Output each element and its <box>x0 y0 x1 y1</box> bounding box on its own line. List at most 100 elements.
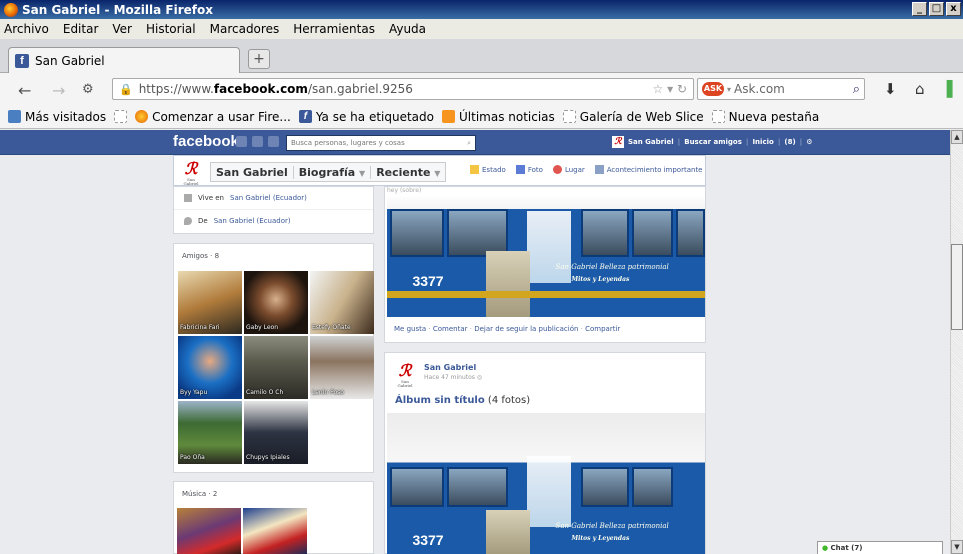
scroll-down-arrow-icon[interactable]: ▼ <box>951 540 963 554</box>
post-author-name[interactable]: San Gabriel <box>424 363 476 372</box>
album-photo[interactable]: 3377 San Gabriel Belleza patrimonial Mit… <box>387 413 705 554</box>
unfollow-link[interactable]: Dejar de seguir la publicación <box>474 325 578 333</box>
scroll-up-arrow-icon[interactable]: ▲ <box>951 130 963 144</box>
location-pin-icon <box>184 216 192 225</box>
counter-badge[interactable]: (8) <box>784 138 795 146</box>
page-avatar[interactable]: ℛ San Gabriel <box>180 159 202 186</box>
estado-action[interactable]: Estado <box>470 165 506 174</box>
profile-name-link[interactable]: San Gabriel <box>628 138 674 146</box>
friend-tile[interactable]: Estefy Oñate <box>310 271 374 334</box>
facebook-icon: f <box>298 110 312 123</box>
identity-icon[interactable]: ⚙ <box>82 82 94 97</box>
about-card: Vive en San Gabriel (Ecuador) De San Gabri… <box>173 186 374 234</box>
blank-page-icon <box>711 110 725 123</box>
foto-action[interactable]: Foto <box>515 165 543 174</box>
menu-archivo[interactable]: Archivo <box>4 22 49 36</box>
status-icon <box>470 165 479 174</box>
url-prefix: https://www. <box>138 82 214 96</box>
fb-search-input[interactable]: Busca personas, lugares y cosas ⌕ <box>286 135 476 151</box>
search-bar[interactable]: ASK ▾ Ask.com ⌕ <box>697 78 865 100</box>
menu-herramientas[interactable]: Herramientas <box>293 22 375 36</box>
url-path: /san.gabriel.9256 <box>307 82 413 96</box>
comment-link[interactable]: Comentar <box>433 325 468 333</box>
friend-tile[interactable]: Fabricina Fari <box>178 271 242 334</box>
back-arrow-icon[interactable]: ← <box>18 81 31 100</box>
friend-tile[interactable]: Camilo O Ch <box>244 336 308 399</box>
music-tile[interactable] <box>177 508 241 554</box>
url-domain: facebook.com <box>213 82 308 96</box>
navigation-bar: ← → ⚙ 🔒 https://www. facebook.com/san.gab… <box>0 73 963 105</box>
timeline-reciente[interactable]: Reciente ▼ <box>371 166 445 179</box>
bookmark-web-slice[interactable]: Galería de Web Slice <box>562 110 704 124</box>
minimize-button[interactable]: _ <box>912 2 927 16</box>
bookmark-comenzar[interactable]: Comenzar a usar Fire... <box>135 110 291 124</box>
home-icon[interactable]: ⌂ <box>915 80 925 98</box>
friend-tile[interactable]: Byy Yapu <box>178 336 242 399</box>
bookmark-blank[interactable] <box>114 110 128 123</box>
search-icon[interactable]: ⌕ <box>853 82 860 97</box>
friend-tile[interactable]: Lenin Poso <box>310 336 374 399</box>
messages-icon[interactable] <box>252 136 263 147</box>
fb-header-right: ℛ San Gabriel | Buscar amigos | Inicio |… <box>612 136 813 148</box>
menu-ayuda[interactable]: Ayuda <box>389 22 426 36</box>
find-friends-link[interactable]: Buscar amigos <box>684 138 742 146</box>
post-author-avatar[interactable]: ℛ San Gabriel <box>395 361 415 388</box>
chat-tab[interactable]: ● Chat (7) <box>817 541 943 554</box>
profile-avatar[interactable]: ℛ <box>612 136 624 148</box>
facebook-logo[interactable]: facebook <box>173 133 239 150</box>
post-time[interactable]: Hace 47 minutos ◎ <box>424 374 482 381</box>
post-card: hey (sobre) 3377 San Gabriel Belleza pat… <box>384 186 706 343</box>
maximize-button[interactable]: □ <box>929 2 944 16</box>
menu-editar[interactable]: Editar <box>63 22 99 36</box>
bookmark-noticias[interactable]: Últimas noticias <box>442 110 555 124</box>
forward-arrow-icon[interactable]: → <box>52 81 65 100</box>
home-link[interactable]: Inicio <box>752 138 773 146</box>
album-title: Álbum sin título (4 fotos) <box>395 395 531 406</box>
downloads-icon[interactable]: ⬇ <box>884 80 897 98</box>
window-title: San Gabriel - Mozilla Firefox <box>22 2 213 17</box>
notifications-icon[interactable] <box>268 136 279 147</box>
scrollbar-thumb[interactable] <box>951 244 963 330</box>
settings-gear-icon[interactable]: ⚙ <box>806 138 812 146</box>
bookmark-nueva-pestana[interactable]: Nueva pestaña <box>711 110 819 124</box>
page-scrollbar[interactable]: ▲ ▼ <box>950 130 963 554</box>
tab-san-gabriel[interactable]: f San Gabriel <box>8 47 240 73</box>
window-titlebar: San Gabriel - Mozilla Firefox _ □ x <box>0 0 963 19</box>
chat-people-icon: ● <box>822 544 829 552</box>
menu-historial[interactable]: Historial <box>146 22 196 36</box>
new-tab-button[interactable]: + <box>248 49 270 69</box>
bookmark-mas-visitados[interactable]: Más visitados <box>8 110 106 124</box>
search-icon[interactable]: ⌕ <box>467 136 471 150</box>
friend-tile[interactable]: Chupys Ipiales <box>244 401 308 464</box>
friends-card: Amigos · 8 Fabricina Fari Gaby Leon Este… <box>173 243 374 473</box>
menu-ver[interactable]: Ver <box>112 22 132 36</box>
friend-tile[interactable]: Gaby Leon <box>244 271 308 334</box>
timeline-name[interactable]: San Gabriel <box>211 165 294 179</box>
album-link[interactable]: Álbum sin título <box>395 395 485 406</box>
acontecimiento-action[interactable]: Acontecimiento importante <box>594 165 703 174</box>
post-photo[interactable]: 3377 San Gabriel Belleza patrimonial Mit… <box>387 197 705 317</box>
ask-engine-icon[interactable]: ASK <box>702 82 724 96</box>
friends-header[interactable]: Amigos · 8 <box>174 244 373 270</box>
timeline-nav: San Gabriel Biografía ▼ Reciente ▼ <box>210 162 447 182</box>
url-bar[interactable]: 🔒 https://www. facebook.com/san.gabriel.9… <box>112 78 694 100</box>
menu-marcadores[interactable]: Marcadores <box>210 22 280 36</box>
like-link[interactable]: Me gusta <box>394 325 426 333</box>
signal-bars-icon[interactable]: ▐ <box>941 80 953 98</box>
timeline-bar: ℛ San Gabriel San Gabriel Biografía ▼ Rec… <box>173 155 706 186</box>
menu-bar: Archivo Editar Ver Historial Marcadores … <box>0 19 963 39</box>
building-icon <box>184 194 192 202</box>
music-header[interactable]: Música · 2 <box>174 482 373 508</box>
firefox-logo-icon <box>4 2 18 17</box>
fb-notification-icons <box>236 136 279 147</box>
friend-tile[interactable]: Pao Oña <box>178 401 242 464</box>
lugar-action[interactable]: Lugar <box>552 165 585 174</box>
timeline-biografia[interactable]: Biografía ▼ <box>294 165 372 179</box>
close-button[interactable]: x <box>946 2 961 16</box>
engine-dropdown-icon[interactable]: ▾ <box>727 85 731 94</box>
share-link[interactable]: Compartir <box>585 325 620 333</box>
bookmark-star-icon[interactable]: ☆ ▾ ↻ <box>653 82 687 96</box>
music-tile[interactable] <box>243 508 307 554</box>
bookmark-etiquetado[interactable]: f Ya se ha etiquetado <box>298 110 434 124</box>
friend-requests-icon[interactable] <box>236 136 247 147</box>
